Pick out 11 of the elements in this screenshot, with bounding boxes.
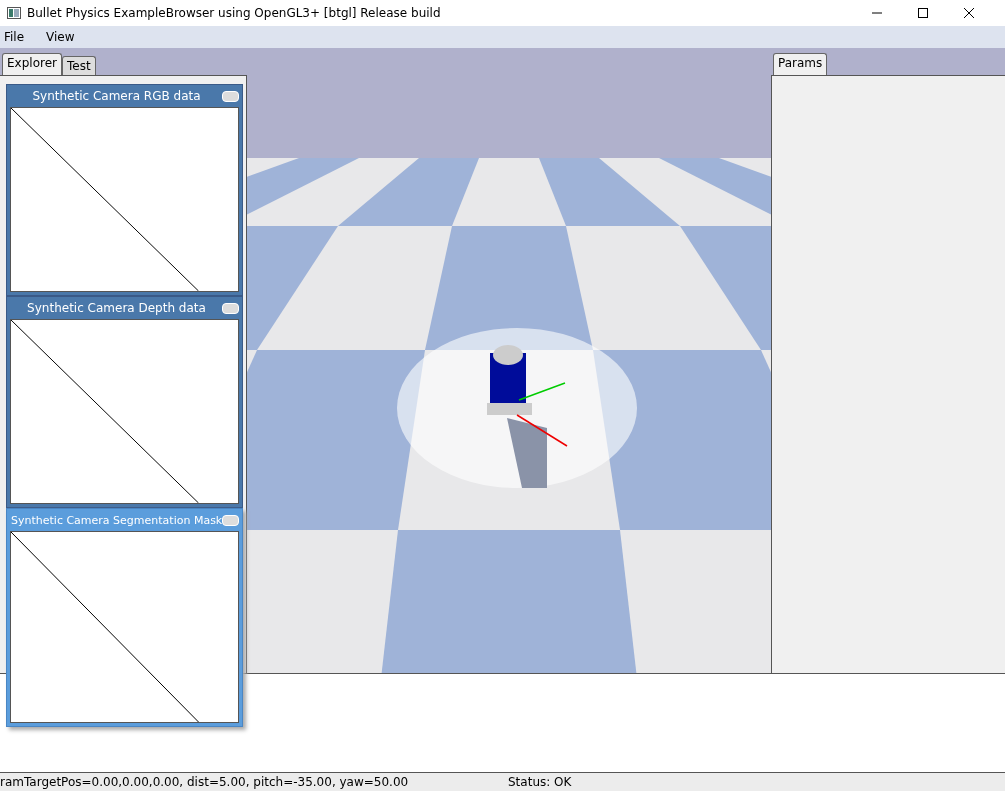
window-title: Synthetic Camera RGB data: [31, 89, 202, 103]
window-title: Synthetic Camera Segmentation Mask: [11, 513, 222, 527]
menu-item[interactable]: View: [46, 30, 75, 44]
camera-status: ramTargetPos=0.00,0.00,0.00, dist=5.00, pitch=-35.00, yaw=50.00: [0, 775, 410, 789]
window-title: Synthetic Camera Depth data: [26, 301, 207, 315]
tab[interactable]: Params: [773, 53, 828, 75]
status-text: Status: OK: [508, 775, 572, 789]
menu-item[interactable]: File: [4, 30, 25, 44]
tab[interactable]: Test: [61, 56, 96, 75]
tab[interactable]: Explorer: [2, 53, 62, 75]
window-title: Bullet Physics ExampleBrowser using OpenGL3+ [btgl] Release build: [27, 6, 441, 20]
